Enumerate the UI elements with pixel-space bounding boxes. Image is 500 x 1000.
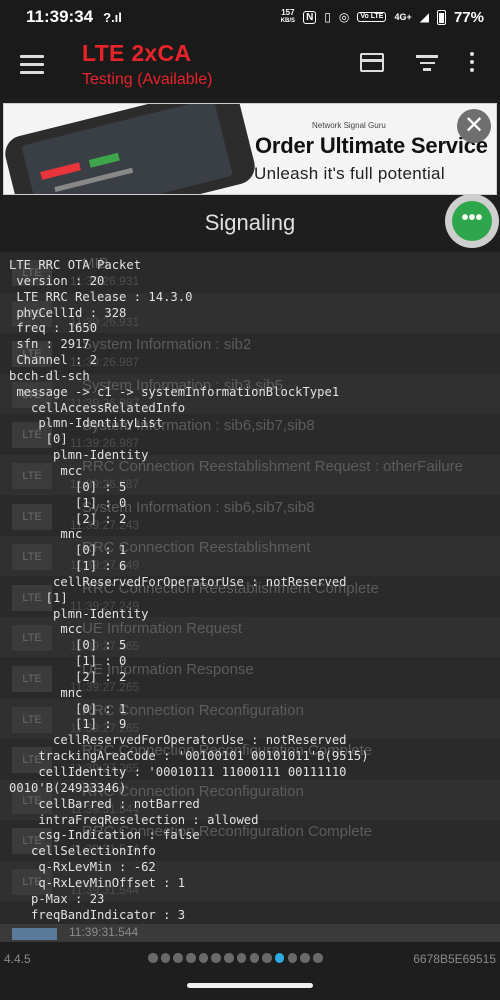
packet-detail-overlay: LTE RRC OTA Packet version : 20 LTE RRC … [0, 258, 500, 924]
page-dot[interactable] [224, 953, 234, 963]
page-indicator[interactable] [148, 953, 323, 963]
ad-banner[interactable]: Network Signal Guru Order Ultimate Servi… [3, 103, 497, 195]
close-icon[interactable]: ✕ [457, 109, 491, 143]
page-dot[interactable] [211, 953, 222, 963]
battery-icon [436, 9, 446, 25]
status-time: 11:39:34 [26, 7, 94, 26]
page-dot[interactable] [160, 953, 171, 963]
page-dot[interactable] [262, 953, 272, 963]
status-bar: 11:39:34 ?.ıl 157 KB/S N ▯ ◎ Vo LTE 4G+ … [0, 0, 500, 34]
ad-title: Order Ultimate Service [255, 133, 488, 158]
battery-percent: 77% [453, 8, 484, 26]
page-dot[interactable] [236, 953, 247, 963]
footer: 4.4.5 6678B5E69515 [0, 944, 500, 972]
menu-icon[interactable] [20, 55, 44, 74]
page-dot[interactable] [173, 953, 183, 963]
card-icon[interactable] [360, 53, 384, 72]
filter-icon[interactable] [416, 55, 438, 71]
packet-text: LTE RRC OTA Packet version : 20 LTE RRC … [9, 258, 369, 922]
section-title: Signaling [204, 210, 296, 235]
page-dot[interactable] [287, 953, 298, 963]
gesture-nav-handle[interactable] [187, 983, 313, 988]
ad-caption: Network Signal Guru [312, 121, 386, 130]
app-title: LTE 2xCA [82, 40, 192, 66]
page-dot[interactable] [186, 953, 196, 963]
selected-log-row[interactable]: 11:39:31.544 [0, 924, 500, 942]
page-dot[interactable] [274, 953, 285, 963]
app-subtitle: Testing (Available) [82, 71, 213, 88]
app-bar: LTE 2xCA Testing (Available) [0, 34, 500, 98]
vibrate-icon: ▯ [324, 10, 331, 24]
net-speed: 157 KB/S [280, 8, 296, 25]
phone-image [4, 104, 259, 194]
device-id: 6678B5E69515 [413, 952, 496, 966]
selected-time: 11:39:31.544 [69, 925, 139, 939]
network-type: 4G+ [394, 12, 412, 22]
signal-icon: ◢ [419, 10, 429, 24]
nfc-icon: N [303, 10, 317, 24]
page-dot[interactable] [300, 953, 310, 963]
signal-unknown-icon: ?.ıl [103, 9, 122, 25]
page-dot[interactable] [148, 953, 158, 963]
selected-badge [12, 928, 57, 940]
hotspot-icon: ◎ [338, 10, 350, 24]
app-version: 4.4.5 [4, 952, 31, 966]
page-dot[interactable] [312, 953, 323, 963]
volte-icon: Vo LTE [357, 12, 387, 22]
status-icons: 157 KB/S N ▯ ◎ Vo LTE 4G+ ◢ 77% [281, 9, 484, 26]
more-vert-icon[interactable] [470, 52, 476, 74]
page-dot[interactable] [249, 953, 260, 963]
ad-subtitle: Unleash it's full potential [254, 164, 445, 183]
page-dot[interactable] [198, 953, 209, 963]
